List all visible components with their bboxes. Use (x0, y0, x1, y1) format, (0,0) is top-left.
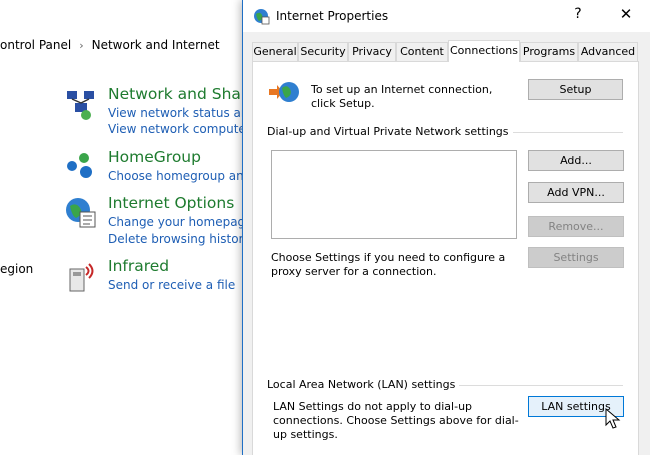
tab-programs[interactable]: Programs (520, 42, 578, 61)
connections-panel: To set up an Internet connection, click … (252, 61, 639, 455)
tab-general[interactable]: General (252, 42, 298, 61)
proxy-description: Choose Settings if you need to configure… (271, 251, 506, 278)
category-link[interactable]: Delete browsing history a (108, 232, 262, 246)
sidebar-item-region[interactable]: egion (0, 262, 33, 276)
dialup-group-label: Dial-up and Virtual Private Network sett… (267, 125, 513, 138)
internet-options-icon (66, 198, 96, 228)
internet-setup-icon (269, 82, 299, 102)
tab-privacy[interactable]: Privacy (348, 42, 396, 61)
add-button[interactable]: Add... (528, 150, 624, 171)
add-vpn-button[interactable]: Add VPN... (528, 182, 624, 203)
category-link[interactable]: Choose homegroup and s (108, 169, 261, 183)
setup-button[interactable]: Setup (528, 79, 623, 100)
breadcrumb: ontrol Panel › Network and Internet (0, 38, 220, 56)
settings-button[interactable]: Settings (528, 247, 624, 268)
title-bar[interactable]: Internet Properties ? ✕ (243, 0, 650, 32)
category-link[interactable]: Send or receive a file (108, 278, 235, 292)
dialog-title: Internet Properties (276, 9, 389, 23)
connection-list[interactable] (271, 150, 517, 239)
internet-options-icon (254, 9, 270, 25)
tab-content[interactable]: Content (396, 42, 448, 61)
tab-connections[interactable]: Connections (448, 40, 520, 62)
category-title[interactable]: Infrared (108, 257, 169, 275)
breadcrumb-item-control-panel[interactable]: ontrol Panel (0, 38, 71, 52)
setup-description: To set up an Internet connection, click … (311, 83, 493, 110)
help-button[interactable]: ? (567, 6, 589, 26)
chevron-right-icon: › (79, 39, 84, 52)
close-button[interactable]: ✕ (615, 5, 637, 27)
category-title[interactable]: Network and Sharin (108, 85, 261, 103)
network-sharing-icon (67, 91, 94, 120)
infrared-icon (69, 263, 94, 292)
breadcrumb-item-network-and-internet[interactable]: Network and Internet (92, 38, 220, 52)
category-title[interactable]: Internet Options (108, 194, 234, 212)
tab-security[interactable]: Security (298, 42, 348, 61)
remove-button[interactable]: Remove... (528, 216, 624, 237)
category-title[interactable]: HomeGroup (108, 148, 201, 166)
lan-description: LAN Settings do not apply to dial-up con… (273, 400, 519, 441)
internet-properties-dialog: Internet Properties ? ✕ General Security… (242, 0, 650, 455)
mouse-cursor-icon (605, 408, 621, 429)
category-link[interactable]: View network computers (108, 122, 257, 136)
lan-group-label: Local Area Network (LAN) settings (267, 378, 460, 391)
tab-advanced[interactable]: Advanced (578, 42, 638, 61)
category-link[interactable]: Change your homepage (108, 215, 253, 229)
homegroup-icon (67, 153, 92, 178)
